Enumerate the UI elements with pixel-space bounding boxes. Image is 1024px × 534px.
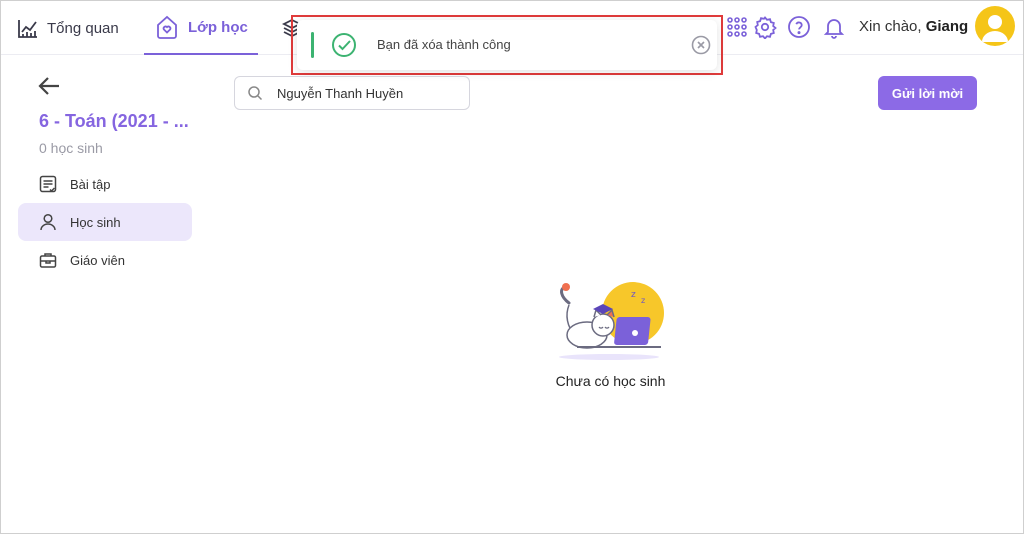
send-invite-button[interactable]: Gửi lời mời (878, 76, 977, 110)
student-icon (40, 213, 56, 231)
svg-text:z: z (631, 290, 636, 300)
home-heart-icon (157, 15, 177, 39)
apps-grid-icon[interactable] (725, 15, 749, 39)
back-arrow-icon[interactable] (37, 73, 63, 99)
success-toast: Bạn đã xóa thành công (297, 20, 717, 70)
close-icon[interactable] (691, 35, 711, 55)
avatar[interactable] (975, 6, 1015, 46)
sidebar-item-label: Giáo viên (70, 252, 125, 268)
sleeping-cat-illustration: z z (559, 282, 664, 360)
sidebar-item-students[interactable]: Học sinh (18, 203, 192, 241)
greeting-prefix: Xin chào, (859, 18, 926, 35)
nav-overview[interactable]: Tổng quan (17, 1, 119, 55)
svg-text:z: z (641, 296, 645, 305)
empty-state-message: Chưa có học sinh (555, 373, 666, 389)
nav-overview-label: Tổng quan (47, 19, 119, 37)
class-title: 6 - Toán (2021 - ... (39, 111, 189, 131)
sidebar-item-label: Học sinh (70, 214, 121, 230)
toast-accent-bar (311, 32, 314, 58)
sidebar-item-label: Bài tập (70, 176, 111, 192)
student-count: 0 học sinh (39, 140, 103, 156)
sidebar-item-assignments[interactable]: Bài tập (18, 165, 192, 203)
user-avatar-icon (982, 15, 1008, 42)
nav-class-label: Lớp học (188, 18, 248, 36)
user-name: Giang (925, 18, 969, 35)
help-icon[interactable] (787, 15, 811, 39)
search-icon (248, 86, 263, 101)
search-input[interactable] (275, 84, 455, 102)
toast-message: Bạn đã xóa thành công (377, 37, 511, 52)
bell-icon[interactable] (822, 15, 846, 39)
gear-icon[interactable] (753, 15, 777, 39)
nav-class[interactable]: Lớp học (144, 1, 258, 55)
chart-icon (18, 20, 37, 38)
search-box[interactable] (234, 76, 470, 110)
check-circle-icon (332, 33, 356, 57)
sidebar-item-teachers[interactable]: Giáo viên (18, 241, 192, 279)
teacher-icon (39, 253, 57, 268)
greeting: Xin chào, Giang (859, 18, 968, 35)
assignment-icon (39, 175, 57, 193)
